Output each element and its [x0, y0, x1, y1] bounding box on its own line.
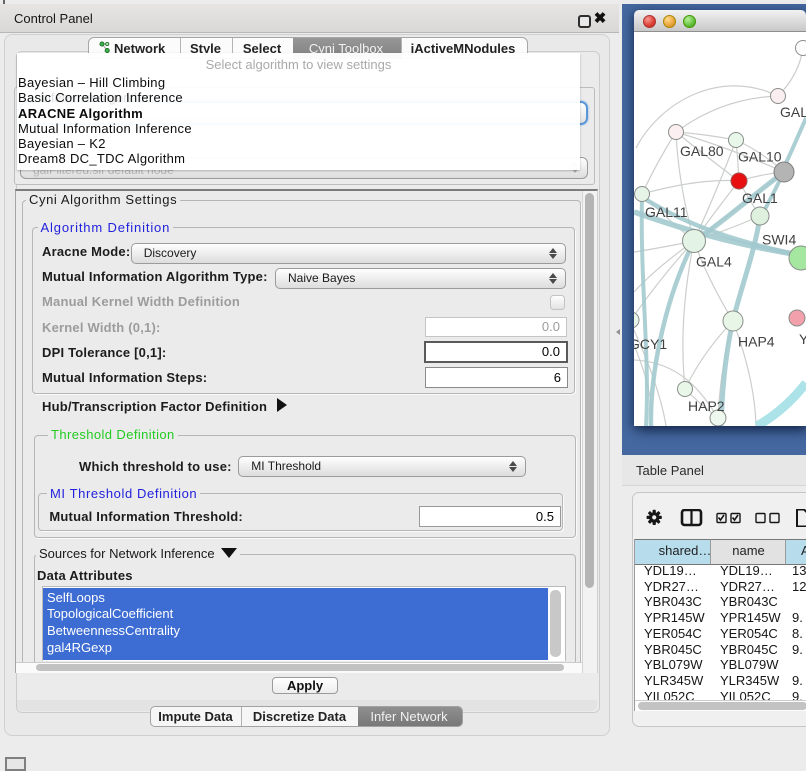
- svg-text:GAL4: GAL4: [696, 254, 732, 270]
- svg-text:GCY1: GCY1: [634, 336, 667, 352]
- svg-text:GAL80: GAL80: [680, 143, 724, 159]
- svg-text:HAP4: HAP4: [738, 334, 775, 350]
- svg-text:GAL10: GAL10: [738, 149, 782, 165]
- svg-text:Y: Y: [799, 331, 806, 347]
- svg-text:GAL1: GAL1: [742, 190, 778, 206]
- svg-text:GAL: GAL: [780, 104, 806, 120]
- svg-text:SWI4: SWI4: [762, 232, 796, 248]
- svg-text:HAP2: HAP2: [688, 398, 725, 414]
- svg-text:GAL11: GAL11: [645, 204, 688, 220]
